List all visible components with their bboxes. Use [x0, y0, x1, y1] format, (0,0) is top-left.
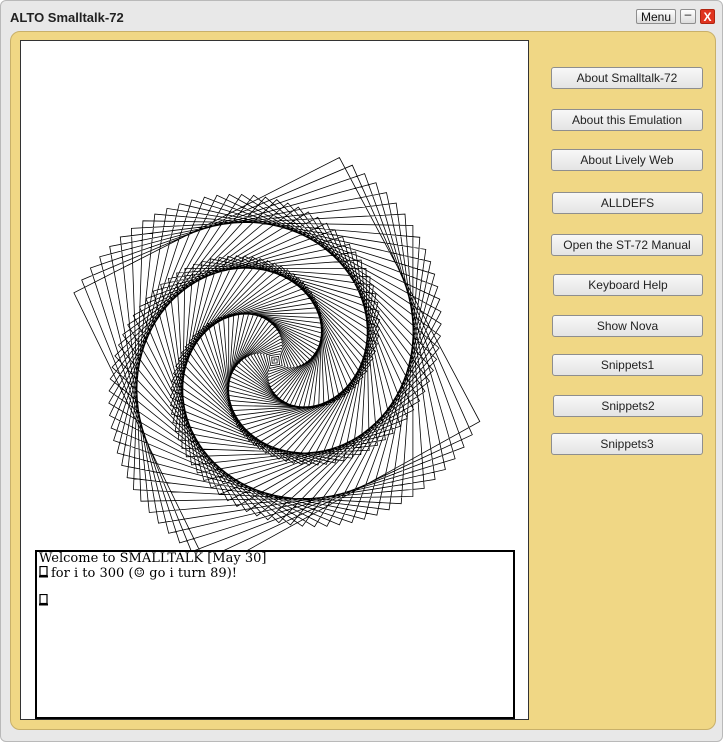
- close-button[interactable]: X: [700, 9, 715, 24]
- snippets1-button[interactable]: Snippets1: [552, 354, 703, 376]
- window-title: ALTO Smalltalk-72: [10, 10, 124, 25]
- transcript-command-line: for i to 300 (☺ go i turn 89)!: [39, 566, 237, 581]
- keyboard-help-button[interactable]: Keyboard Help: [553, 274, 703, 296]
- transcript-welcome-line: Welcome to SMALLTALK [May 30]: [39, 551, 267, 566]
- alto-prompt-icon: [39, 594, 48, 606]
- alldefs-button[interactable]: ALLDEFS: [552, 192, 703, 214]
- about-lively-web-button[interactable]: About Lively Web: [551, 149, 703, 171]
- smalltalk-display[interactable]: Welcome to SMALLTALK [May 30] for i to 3…: [20, 40, 529, 720]
- snippets2-button[interactable]: Snippets2: [553, 395, 703, 417]
- about-smalltalk-button[interactable]: About Smalltalk-72: [551, 67, 703, 89]
- title-bar[interactable]: ALTO Smalltalk-72 Menu – X: [1, 1, 722, 31]
- alto-window: ALTO Smalltalk-72 Menu – X Welcome to SM…: [0, 0, 723, 742]
- transcript-prompt-line[interactable]: [39, 594, 51, 609]
- open-manual-button[interactable]: Open the ST-72 Manual: [551, 234, 703, 256]
- alto-prompt-icon: [39, 566, 48, 578]
- show-nova-button[interactable]: Show Nova: [552, 315, 703, 337]
- transcript-window[interactable]: Welcome to SMALLTALK [May 30] for i to 3…: [35, 550, 515, 719]
- snippets3-button[interactable]: Snippets3: [551, 433, 703, 455]
- command-text: for i to 300 (☺ go i turn 89)!: [51, 566, 237, 581]
- about-emulation-button[interactable]: About this Emulation: [551, 109, 703, 131]
- minimize-button[interactable]: –: [680, 8, 696, 24]
- menu-button[interactable]: Menu: [636, 9, 676, 24]
